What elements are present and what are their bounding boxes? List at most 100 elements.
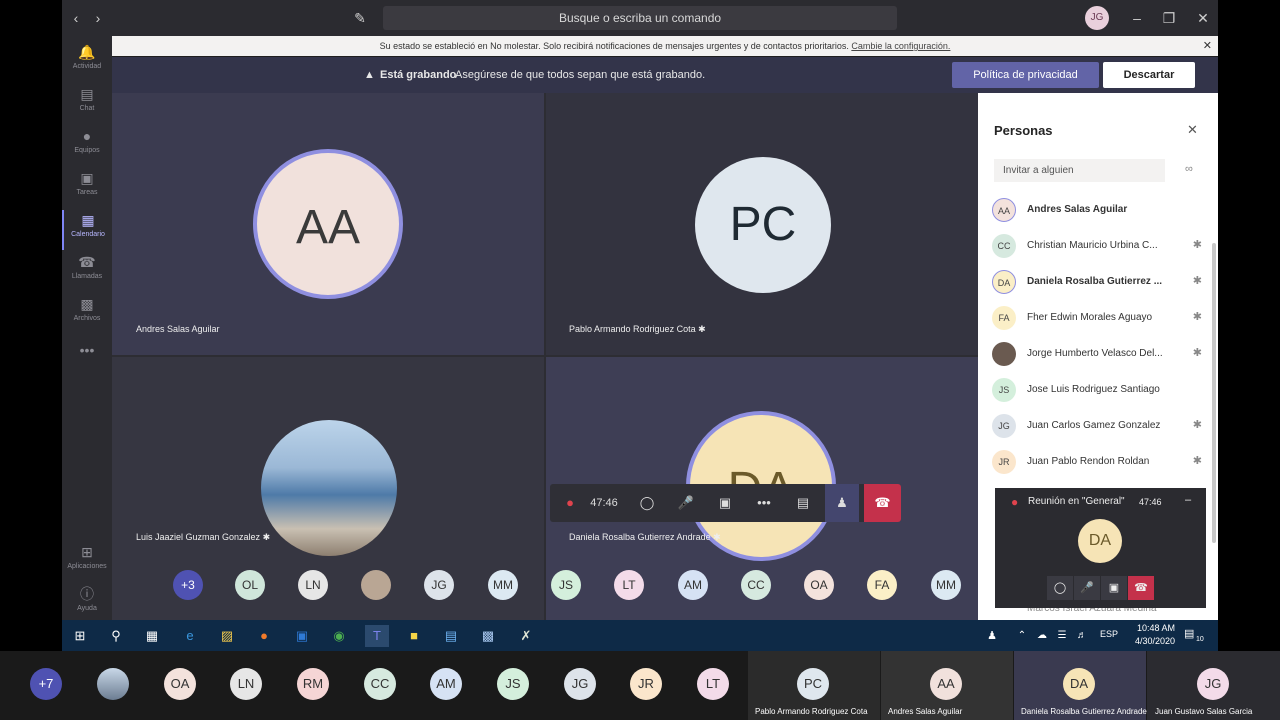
overflow-avatar[interactable]: +7	[30, 668, 62, 700]
rail-teams[interactable]: ● Equipos	[62, 126, 112, 166]
task-view-icon[interactable]: ▦	[140, 625, 164, 647]
participant-avatar[interactable]: JR	[630, 668, 662, 700]
mini-meeting-window[interactable]: ● Reunión en "General" 47:46 – DA ◯ 🎤 ▣ …	[995, 488, 1206, 608]
rail-more[interactable]: •••	[62, 340, 112, 380]
participant-avatar[interactable]: CC	[741, 570, 771, 600]
rail-apps[interactable]: ⊞ Aplicaciones	[62, 542, 112, 582]
edge-icon[interactable]: e	[178, 625, 202, 647]
person-row[interactable]: AA Andres Salas Aguilar	[992, 193, 1202, 229]
participant-avatar[interactable]: JG	[564, 668, 596, 700]
forward-icon[interactable]: ›	[88, 0, 108, 36]
user-avatar[interactable]: JG	[1085, 6, 1109, 30]
hang-up-icon[interactable]: ☎	[864, 484, 901, 522]
participant-avatar[interactable]: PC	[797, 668, 829, 700]
notification-icon[interactable]: ▤	[1184, 627, 1194, 640]
clock-time[interactable]: 10:48 AM	[1134, 623, 1178, 633]
search-icon[interactable]: ⚲	[104, 625, 128, 647]
participant-avatar[interactable]: JS	[551, 570, 581, 600]
firefox-icon[interactable]: ●	[252, 625, 276, 647]
person-row[interactable]: JG Juan Carlos Gamez Gonzalez ✱	[992, 409, 1202, 445]
share-screen-icon[interactable]: ▣	[708, 484, 742, 522]
participant-avatar[interactable]: JG	[424, 570, 454, 600]
person-row[interactable]: DA Daniela Rosalba Gutierrez ... ✱	[992, 265, 1202, 301]
close-icon[interactable]: ✕	[1203, 36, 1212, 56]
more-actions-icon[interactable]: •••	[747, 484, 781, 522]
rail-tasks[interactable]: ▣ Tareas	[62, 168, 112, 208]
person-row[interactable]: Jorge Humberto Velasco Del... ✱	[992, 337, 1202, 373]
participant-avatar[interactable]: AA	[930, 668, 962, 700]
participant-avatar[interactable]: LN	[298, 570, 328, 600]
participant-avatar[interactable]: JS	[497, 668, 529, 700]
tool-app-icon[interactable]: ✗	[514, 625, 538, 647]
volume-icon[interactable]: ♬	[1070, 625, 1094, 647]
person-row[interactable]: CC Christian Mauricio Urbina C... ✱	[992, 229, 1202, 265]
participant-avatar[interactable]: CC	[364, 668, 396, 700]
participant-photo[interactable]	[361, 570, 391, 600]
teams-icon: ●	[82, 128, 92, 144]
participant-avatar[interactable]: FA	[867, 570, 897, 600]
rail-calls[interactable]: ☎ Llamadas	[62, 252, 112, 292]
participant-avatar[interactable]: OL	[235, 570, 265, 600]
participant-avatar[interactable]: RM	[297, 668, 329, 700]
participant-photo[interactable]	[97, 668, 129, 700]
participant-avatar[interactable]: AM	[678, 570, 708, 600]
participant-avatar[interactable]: MM	[931, 570, 961, 600]
link-icon[interactable]: ∞	[1185, 163, 1193, 175]
close-icon[interactable]: ✕	[1193, 0, 1213, 36]
outlook-icon[interactable]: ▣	[290, 625, 314, 647]
change-settings-link[interactable]: Cambie la configuración.	[851, 41, 950, 51]
participant-avatar[interactable]: AM	[430, 668, 462, 700]
mic-icon[interactable]: 🎤	[1074, 576, 1100, 600]
rail-files[interactable]: ▩ Archivos	[62, 294, 112, 334]
app-icon[interactable]: ▤	[439, 625, 463, 647]
participant-avatar[interactable]: LN	[230, 668, 262, 700]
minimize-icon[interactable]: –	[1127, 0, 1147, 36]
participant-name: Daniela Rosalba Gutierrez Andrade ✱	[569, 532, 721, 543]
participant-avatar[interactable]: DA	[1063, 668, 1095, 700]
chat-icon[interactable]: ▤	[786, 484, 820, 522]
participant-avatar[interactable]: OA	[164, 668, 196, 700]
camera-off-icon[interactable]: ◯	[1047, 576, 1073, 600]
language-indicator[interactable]: ESP	[1100, 629, 1118, 639]
privacy-policy-button[interactable]: Política de privacidad	[952, 62, 1099, 88]
rail-calendar[interactable]: ▦ Calendario	[62, 210, 112, 250]
panel-scrollbar[interactable]	[1212, 243, 1216, 543]
hang-up-icon[interactable]: ☎	[1128, 576, 1154, 600]
camera-off-icon[interactable]: ◯	[630, 484, 664, 522]
participants-icon[interactable]: ♟	[825, 484, 859, 522]
person-row[interactable]: JR Juan Pablo Rendon Roldan ✱	[992, 445, 1202, 481]
video-tile[interactable]: AA Andres Salas Aguilar	[112, 93, 544, 355]
teams-app-icon[interactable]: T	[365, 625, 389, 647]
participant-avatar[interactable]: LT	[614, 570, 644, 600]
share-screen-icon[interactable]: ▣	[1101, 576, 1127, 600]
compose-icon[interactable]: ✎	[350, 0, 370, 36]
participant-avatar: PC	[695, 157, 831, 293]
network-app-icon[interactable]: ▩	[476, 625, 500, 647]
rail-help[interactable]: ⓘ Ayuda	[62, 584, 112, 624]
video-tile[interactable]: PC Pablo Armando Rodriguez Cota ✱	[546, 93, 978, 355]
close-icon[interactable]: ✕	[1187, 122, 1198, 138]
command-search-box[interactable]: Busque o escriba un comando	[383, 6, 897, 30]
participant-avatar[interactable]: MM	[488, 570, 518, 600]
mic-off-icon: ✱	[1192, 419, 1202, 431]
person-row[interactable]: FA Fher Edwin Morales Aguayo ✱	[992, 301, 1202, 337]
rail-activity[interactable]: 🔔 Actividad	[62, 42, 112, 82]
windows-start-icon[interactable]: ⊞	[68, 625, 92, 647]
person-row[interactable]: JS Jose Luis Rodriguez Santiago	[992, 373, 1202, 409]
participant-avatar[interactable]: LT	[697, 668, 729, 700]
file-explorer-icon[interactable]: ▨	[215, 625, 239, 647]
sticky-notes-icon[interactable]: ■	[402, 625, 426, 647]
rail-chat[interactable]: ▤ Chat	[62, 84, 112, 124]
minimize-icon[interactable]: –	[1185, 494, 1191, 506]
participant-avatar[interactable]: JG	[1197, 668, 1229, 700]
clock-date[interactable]: 4/30/2020	[1132, 636, 1178, 646]
people-icon[interactable]: ♟	[980, 625, 1004, 647]
back-icon[interactable]: ‹	[66, 0, 86, 36]
invite-input[interactable]: Invitar a alguien	[994, 159, 1165, 182]
participant-avatar[interactable]: OA	[804, 570, 834, 600]
mic-icon[interactable]: 🎤	[669, 484, 703, 522]
dismiss-button[interactable]: Descartar	[1103, 62, 1195, 88]
maximize-icon[interactable]: ❐	[1159, 0, 1179, 36]
overflow-avatar[interactable]: +3	[173, 570, 203, 600]
chrome-icon[interactable]: ◉	[327, 625, 351, 647]
